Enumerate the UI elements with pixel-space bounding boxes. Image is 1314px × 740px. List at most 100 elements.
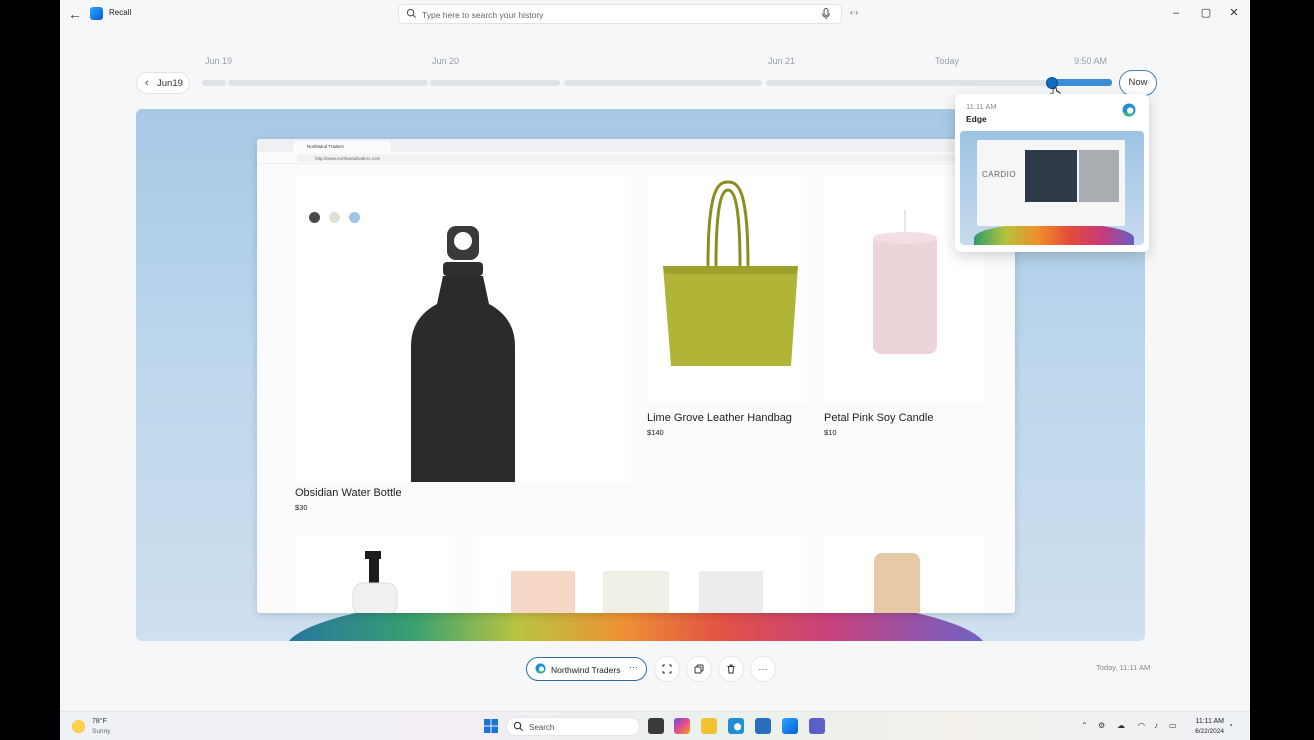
title-bar: ← Recall Type here to search your histor… <box>60 0 1250 28</box>
chevron-up-icon[interactable]: ⌃ <box>1081 721 1088 730</box>
battery-icon[interactable]: ▭ <box>1169 721 1177 730</box>
search-placeholder: Type here to search your history <box>422 10 544 20</box>
taskbar-search-label: Search <box>529 723 555 732</box>
app-source-label: Northwind Traders <box>551 665 621 675</box>
product-name[interactable]: Obsidian Water Bottle <box>295 487 402 499</box>
search-icon <box>406 8 417 19</box>
pump-bottle-image <box>352 551 398 613</box>
timeline-time-label: 9:50 AM <box>1074 56 1108 66</box>
taskbar: 78°F Sunny Search ⌃ ⚙ ☁ ◠ ♪ ▭ 11:11 AM 6… <box>60 711 1250 740</box>
water-bottle-image <box>411 226 515 482</box>
preview-page: CARDIO <box>977 140 1125 226</box>
preview-thumbnail[interactable]: CARDIO <box>960 131 1144 245</box>
product-card-handbag[interactable] <box>647 176 807 403</box>
product-card-soaps[interactable] <box>473 535 807 613</box>
address-bar-url: http://www.northwindtraders.com <box>315 155 381 161</box>
preview-thumb-text: CARDIO <box>982 170 1017 179</box>
task-view-icon[interactable] <box>648 718 664 734</box>
timeline-segment[interactable] <box>202 80 226 86</box>
copy-icon <box>694 664 704 674</box>
more-options-button[interactable]: ··· <box>751 657 775 681</box>
timeline-back-label: Jun19 <box>157 78 183 89</box>
recall-logo-icon <box>90 7 103 20</box>
product-price: $30 <box>295 503 308 512</box>
microphone-icon[interactable] <box>821 8 831 20</box>
product-name[interactable]: Lime Grove Leather Handbag <box>647 412 792 424</box>
handbag-image <box>663 180 798 366</box>
product-name[interactable]: Petal Pink Soy Candle <box>824 412 933 424</box>
trash-icon <box>727 664 735 674</box>
weather-condition[interactable]: Sunny <box>92 728 110 735</box>
close-icon[interactable]: ✕ <box>1224 4 1244 22</box>
recall-icon[interactable] <box>782 718 798 734</box>
timeline-preview-popup[interactable]: 11:11 AM Edge CARDIO <box>955 94 1149 252</box>
search-icon <box>513 721 524 732</box>
app-source-pill[interactable]: Northwind Traders ··· <box>526 657 647 681</box>
edge-icon[interactable] <box>728 718 744 734</box>
more-icon[interactable]: ··· <box>629 662 638 672</box>
preview-app-name: Edge <box>966 114 987 124</box>
recall-window: ← Recall Type here to search your histor… <box>60 0 1250 740</box>
windows-start-icon[interactable] <box>484 719 498 733</box>
preview-image-light <box>1079 150 1119 202</box>
chevron-left-icon: ‹ <box>145 77 149 89</box>
volume-icon[interactable]: ♪ <box>1154 721 1158 730</box>
soap-image-grey <box>699 571 763 613</box>
taskbar-date[interactable]: 6/22/2024 <box>1182 728 1224 735</box>
timeline-date-jun20: Jun 20 <box>432 56 460 66</box>
browser-tab-bar: Northwind Traders <box>257 139 1015 152</box>
timeline-segment[interactable] <box>228 80 428 86</box>
address-bar[interactable]: http://www.northwindtraders.com <box>297 154 987 162</box>
taskbar-search[interactable]: Search <box>506 717 640 736</box>
color-swatch-cream[interactable] <box>329 212 340 223</box>
copy-button[interactable] <box>687 657 711 681</box>
soap-image-white <box>603 571 669 613</box>
timeline-segment[interactable] <box>564 80 762 86</box>
wifi-icon[interactable]: ◠ <box>1138 721 1145 730</box>
browser-tab[interactable]: Northwind Traders <box>293 141 391 152</box>
notification-bell-icon[interactable]: ◔ <box>1228 721 1233 730</box>
screenshot-icon <box>662 664 672 674</box>
back-arrow-icon[interactable]: ← <box>66 5 84 23</box>
browser-toolbar: http://www.northwindtraders.com <box>257 152 1015 164</box>
timeline-date-today: Today <box>935 56 960 66</box>
browser-window-snapshot[interactable]: Northwind Traders http://www.northwindtr… <box>257 139 1015 613</box>
timeline-date-jun21: Jun 21 <box>768 56 796 66</box>
sun-icon[interactable] <box>72 720 85 733</box>
color-swatch-blue[interactable] <box>349 212 360 223</box>
history-search-input[interactable]: Type here to search your history <box>398 4 842 24</box>
edge-icon <box>535 663 546 674</box>
browser-tab-title: Northwind Traders <box>307 144 344 149</box>
color-swatch-black[interactable] <box>309 212 320 223</box>
cloud-icon[interactable]: ☁ <box>1117 721 1125 730</box>
screenshot-button[interactable] <box>655 657 679 681</box>
product-card-brush[interactable] <box>824 535 984 613</box>
teams-icon[interactable] <box>809 718 825 734</box>
maximize-icon[interactable]: ▢ <box>1196 4 1216 22</box>
weather-temperature[interactable]: 78°F <box>92 718 107 725</box>
taskbar-time[interactable]: 11:11 AM <box>1190 718 1224 725</box>
edge-icon <box>1122 103 1136 117</box>
copilot-icon[interactable] <box>674 718 690 734</box>
product-card-pump-bottle[interactable] <box>295 535 455 613</box>
timeline-segment[interactable] <box>766 80 1048 86</box>
file-explorer-icon[interactable] <box>701 718 717 734</box>
brush-image <box>874 553 920 613</box>
timeline-date-jun19: Jun 19 <box>205 56 233 66</box>
code-icon[interactable]: ‹·› <box>850 8 858 17</box>
now-button[interactable]: Now <box>1119 70 1157 96</box>
product-price: $140 <box>647 428 664 437</box>
snapshot-timestamp: Today, 11:11 AM <box>1096 663 1151 672</box>
network-status-icon[interactable]: ⚙ <box>1098 721 1105 730</box>
minimize-icon[interactable]: – <box>1166 4 1186 22</box>
product-card-bottle[interactable] <box>295 176 631 482</box>
timeline-back-button[interactable]: ‹ Jun19 <box>136 72 190 94</box>
preview-time: 11:11 AM <box>966 102 997 111</box>
product-price: $10 <box>824 428 837 437</box>
timeline-selected-range[interactable] <box>1052 79 1112 86</box>
store-icon[interactable] <box>755 718 771 734</box>
candle-image <box>873 210 937 354</box>
preview-image-dark <box>1025 150 1077 202</box>
timeline-segment[interactable] <box>430 80 560 86</box>
delete-button[interactable] <box>719 657 743 681</box>
